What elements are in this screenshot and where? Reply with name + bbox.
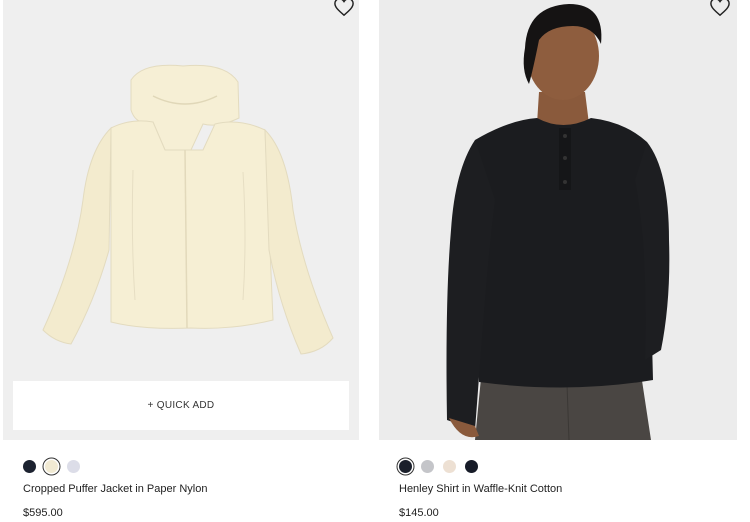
- product-name[interactable]: Henley Shirt in Waffle-Knit Cotton: [399, 483, 562, 495]
- color-swatch-navy[interactable]: [23, 460, 36, 473]
- product-price: $595.00: [23, 507, 63, 519]
- product-image-model-henley[interactable]: [379, 0, 737, 440]
- product-name[interactable]: Cropped Puffer Jacket in Paper Nylon: [23, 483, 207, 495]
- color-swatch-grey[interactable]: [421, 460, 434, 473]
- product-image-area[interactable]: [379, 0, 737, 440]
- product-card-puffer-jacket[interactable]: + QUICK ADD Cropped Puffer Jacket in Pap…: [3, 0, 359, 519]
- color-swatch-black[interactable]: [399, 460, 412, 473]
- color-swatch-lavender[interactable]: [67, 460, 80, 473]
- product-card-henley-shirt[interactable]: Henley Shirt in Waffle-Knit Cotton $145.…: [379, 0, 737, 519]
- wishlist-heart-icon[interactable]: [333, 0, 355, 17]
- color-swatch-cream[interactable]: [45, 460, 58, 473]
- wishlist-heart-icon[interactable]: [709, 0, 731, 17]
- quick-add-button[interactable]: + QUICK ADD: [13, 381, 349, 430]
- color-swatches: [399, 460, 478, 473]
- color-swatch-blush[interactable]: [443, 460, 456, 473]
- product-image-area[interactable]: + QUICK ADD: [3, 0, 359, 440]
- color-swatch-dark-navy[interactable]: [465, 460, 478, 473]
- product-price: $145.00: [399, 507, 439, 519]
- product-image-jacket[interactable]: [3, 0, 359, 440]
- color-swatches: [23, 460, 80, 473]
